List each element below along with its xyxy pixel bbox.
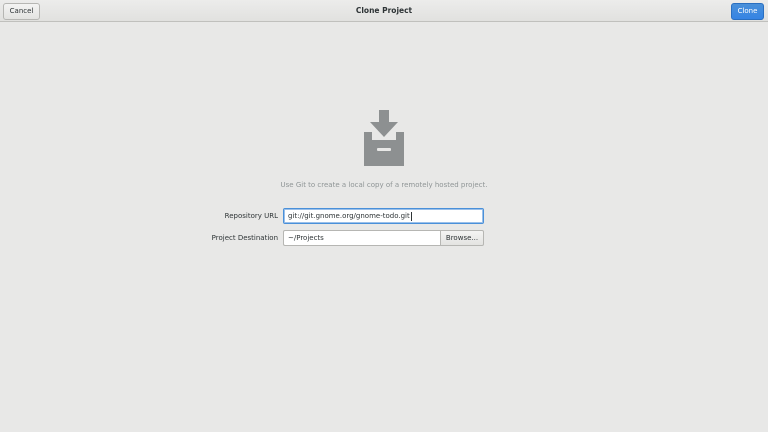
- project-destination-label: Project Destination: [211, 234, 278, 242]
- project-destination-input[interactable]: ~/Projects: [283, 230, 440, 246]
- repository-url-value: git://git.gnome.org/gnome-todo.git: [288, 212, 410, 220]
- browse-button[interactable]: Browse...: [440, 230, 484, 246]
- clone-project-dialog: Clone Project Cancel Clone Use Git to cr…: [0, 0, 768, 432]
- project-destination-value: ~/Projects: [288, 234, 324, 242]
- clone-button[interactable]: Clone: [731, 3, 764, 20]
- cancel-button[interactable]: Cancel: [3, 3, 40, 20]
- download-to-tray-icon: [364, 110, 404, 166]
- clone-hint-text: Use Git to create a local copy of a remo…: [280, 181, 488, 189]
- repository-url-label: Repository URL: [224, 212, 278, 220]
- text-caret: [410, 211, 412, 221]
- repository-url-input[interactable]: git://git.gnome.org/gnome-todo.git: [283, 208, 484, 224]
- header-bar: Clone Project Cancel Clone: [0, 0, 768, 22]
- dialog-title: Clone Project: [355, 6, 413, 15]
